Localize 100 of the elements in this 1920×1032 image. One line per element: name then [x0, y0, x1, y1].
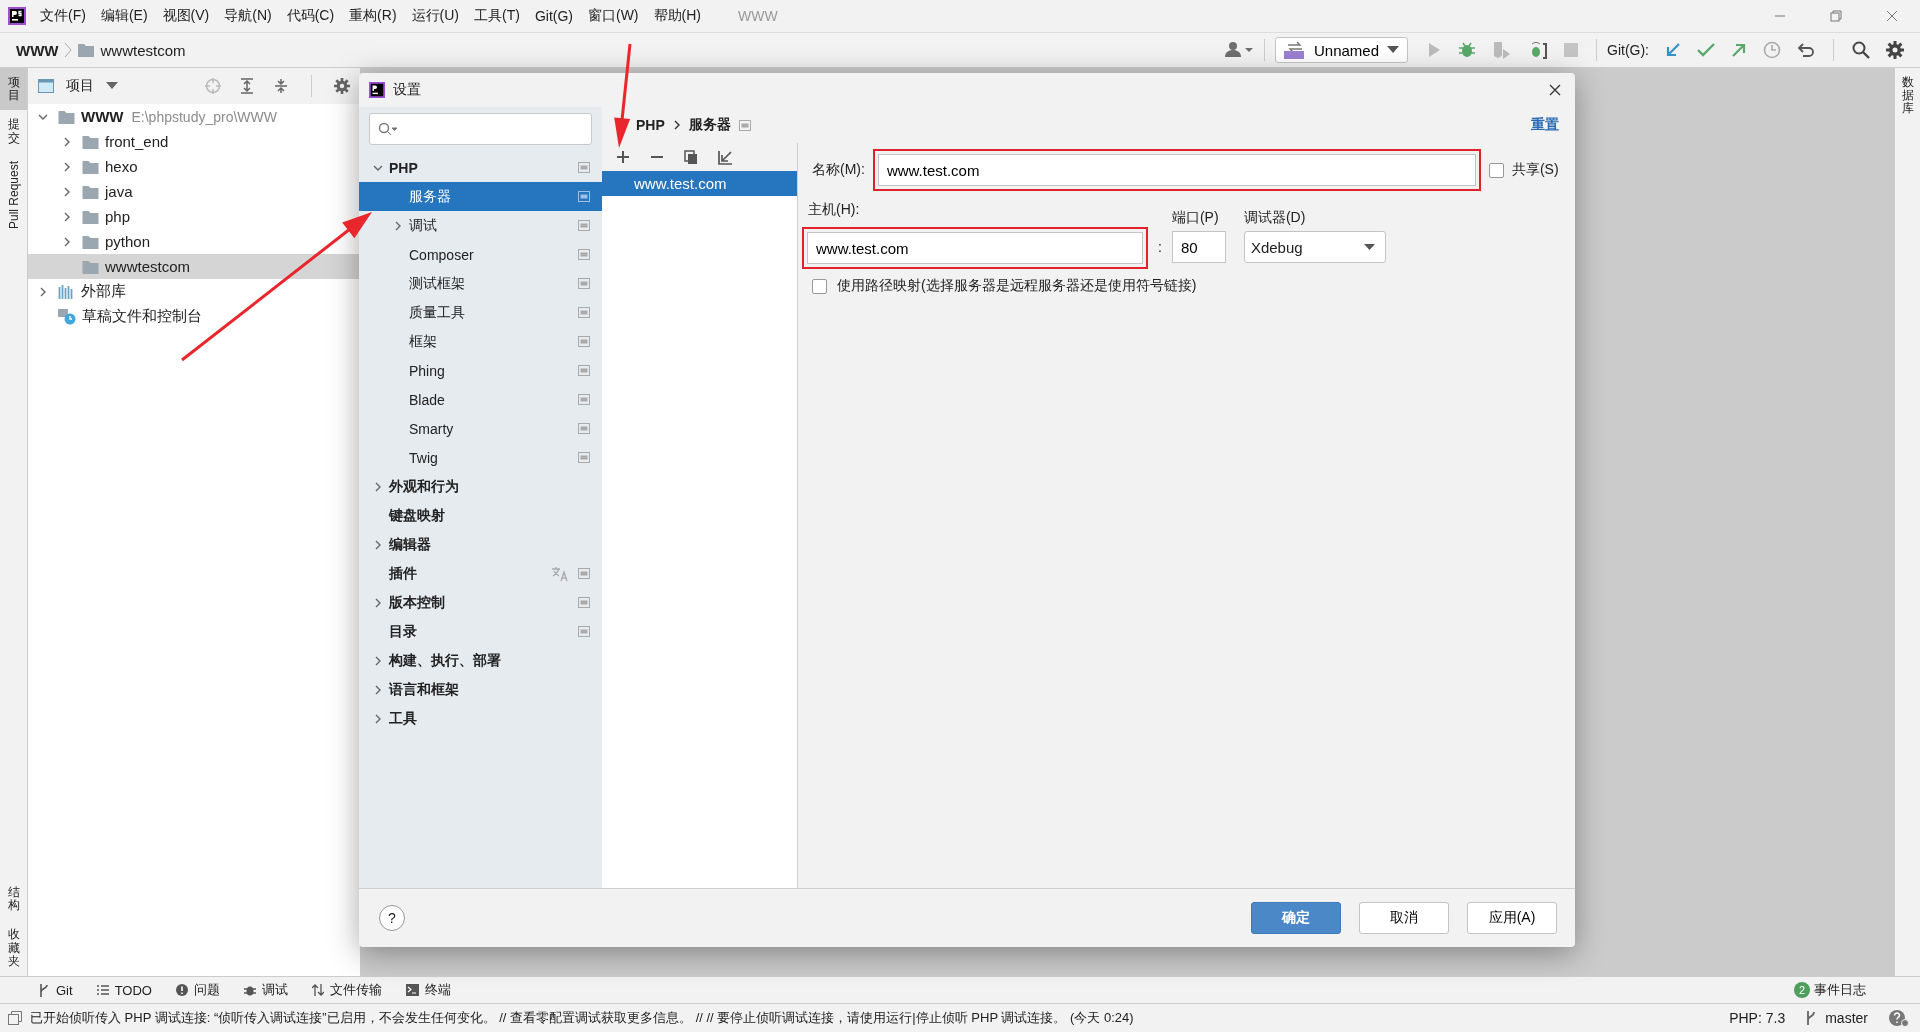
dialog-button[interactable]: 应用(A)	[1467, 902, 1557, 934]
settings-icon[interactable]	[1886, 41, 1904, 59]
restore-icon[interactable]	[1830, 10, 1842, 22]
chevron-icon[interactable]	[373, 713, 383, 724]
rollback-icon[interactable]	[1797, 42, 1815, 58]
tool-window-tab[interactable]: 提交	[0, 110, 27, 153]
breadcrumb-item[interactable]: WWW	[16, 41, 59, 59]
checkmark-icon[interactable]	[1697, 42, 1715, 58]
menu-item[interactable]: 运行(U)	[411, 7, 459, 25]
dialog-button[interactable]: 取消	[1359, 902, 1449, 934]
chevron-icon[interactable]	[373, 539, 383, 550]
menu-item[interactable]: 编辑(E)	[100, 7, 148, 25]
run-configuration-dropdown[interactable]: Unnamed	[1274, 37, 1408, 63]
menu-item[interactable]: Git(G)	[534, 8, 573, 24]
menu-item[interactable]: 代码(C)	[286, 7, 335, 25]
tree-item[interactable]: 外部库	[28, 279, 360, 304]
host-input[interactable]: www.test.com	[807, 232, 1143, 264]
menu-item[interactable]: 文件(F)	[40, 7, 86, 25]
expand-all-icon[interactable]	[239, 78, 255, 94]
search-field[interactable]	[369, 113, 592, 145]
close-icon[interactable]	[1549, 84, 1561, 96]
help-button[interactable]: ?	[379, 905, 405, 931]
tool-window-tab[interactable]: 结构	[0, 878, 27, 921]
tool-window-button[interactable]: Git	[38, 982, 73, 998]
tool-window-button[interactable]: TODO	[96, 982, 152, 998]
chevron-icon[interactable]	[62, 211, 72, 222]
chevron-icon[interactable]	[62, 161, 72, 172]
settings-tree-item[interactable]: 语言和框架	[359, 675, 602, 704]
cloud-help-icon[interactable]	[1888, 1009, 1910, 1027]
php-version-label[interactable]: PHP: 7.3	[1729, 1010, 1786, 1026]
chevron-icon[interactable]	[373, 597, 383, 608]
menu-item[interactable]: 视图(V)	[162, 7, 210, 25]
settings-tree-item[interactable]: 质量工具	[359, 298, 602, 327]
reset-link[interactable]: 重置	[1531, 116, 1559, 134]
tree-item[interactable]: wwwtestcom	[28, 254, 360, 279]
search-icon[interactable]	[1852, 41, 1870, 59]
breadcrumb-item[interactable]: wwwtestcom	[100, 41, 186, 59]
panel-toggle-icon[interactable]	[8, 1011, 22, 1025]
menu-item[interactable]: 帮助(H)	[653, 7, 701, 25]
breadcrumb-item[interactable]: 服务器	[688, 116, 731, 134]
menu-item[interactable]: 重构(R)	[349, 7, 397, 25]
settings-tree-item[interactable]: 外观和行为	[359, 472, 602, 501]
chevron-icon[interactable]	[373, 481, 383, 492]
settings-tree-item[interactable]: 测试框架	[359, 269, 602, 298]
tool-window-tab[interactable]: 项目	[0, 68, 27, 111]
collapse-all-icon[interactable]	[273, 78, 289, 94]
settings-tree-item[interactable]: 目录	[359, 617, 602, 646]
tree-item[interactable]: java	[28, 179, 360, 204]
copy-icon[interactable]	[684, 149, 698, 165]
checkbox[interactable]	[1488, 162, 1504, 178]
checkbox[interactable]	[812, 278, 827, 294]
panel-title[interactable]: 项目	[66, 77, 94, 95]
tool-window-button[interactable]: 调试	[243, 981, 288, 999]
tool-window-tab[interactable]: Pull Request	[0, 152, 27, 237]
tree-item[interactable]: python	[28, 229, 360, 254]
tool-window-button[interactable]: 问题	[175, 981, 220, 999]
tool-window-tab[interactable]: 数据库	[1895, 68, 1920, 124]
chevron-icon[interactable]	[62, 236, 72, 247]
menu-item[interactable]: 窗口(W)	[588, 7, 639, 25]
import-icon[interactable]	[718, 149, 733, 165]
tree-item[interactable]: hexo	[28, 154, 360, 179]
menu-item[interactable]: 工具(T)	[474, 7, 520, 25]
chevron-icon[interactable]	[38, 286, 48, 297]
tool-window-tab[interactable]: 收藏夹	[0, 920, 27, 976]
settings-tree-item[interactable]: 框架	[359, 327, 602, 356]
settings-tree-item[interactable]: 服务器	[359, 182, 602, 211]
checkbox-label[interactable]: 共享(S)	[1511, 161, 1559, 179]
settings-tree-item[interactable]: 工具	[359, 704, 602, 733]
server-list-item[interactable]: www.test.com	[602, 171, 797, 196]
tool-window-button[interactable]: 终端	[405, 981, 451, 999]
settings-tree-item[interactable]: Blade	[359, 385, 602, 414]
chevron-icon[interactable]	[373, 684, 383, 695]
settings-tree-item[interactable]: Phing	[359, 356, 602, 385]
push-arrow-icon[interactable]	[1731, 42, 1747, 58]
menu-item[interactable]: 导航(N)	[224, 7, 272, 25]
settings-tree-item[interactable]: Composer	[359, 240, 602, 269]
tree-item[interactable]: WWW E:\phpstudy_pro\WWW	[28, 104, 360, 129]
debugger-dropdown[interactable]: Xdebug	[1243, 231, 1386, 263]
settings-tree-item[interactable]: Twig	[359, 443, 602, 472]
breadcrumb-item[interactable]: PHP	[636, 117, 665, 133]
caret-icon[interactable]	[106, 82, 118, 90]
settings-tree-item[interactable]: 键盘映射	[359, 501, 602, 530]
add-icon[interactable]	[616, 150, 630, 164]
settings-icon[interactable]	[334, 78, 350, 94]
git-branch-label[interactable]: master	[1825, 1010, 1868, 1026]
tree-item[interactable]: front_end	[28, 129, 360, 154]
checkbox-label[interactable]: 使用路径映射(选择服务器是远程服务器还是使用符号链接)	[837, 277, 1197, 295]
event-log-button[interactable]: 事件日志	[1814, 981, 1866, 999]
chevron-icon[interactable]	[373, 655, 383, 666]
chevron-icon[interactable]	[393, 220, 403, 231]
user-icon[interactable]	[1223, 41, 1254, 59]
port-input[interactable]: 80	[1171, 231, 1226, 263]
tree-item[interactable]: 草稿文件和控制台	[28, 304, 360, 329]
settings-tree-item[interactable]: 编辑器	[359, 530, 602, 559]
settings-tree-item[interactable]: 构建、执行、部署	[359, 646, 602, 675]
bug-icon[interactable]	[1458, 41, 1476, 59]
chevron-icon[interactable]	[62, 186, 72, 197]
settings-tree-item[interactable]: PHP	[359, 153, 602, 182]
name-input[interactable]: www.test.com	[877, 154, 1476, 186]
chevron-icon[interactable]	[62, 136, 72, 147]
